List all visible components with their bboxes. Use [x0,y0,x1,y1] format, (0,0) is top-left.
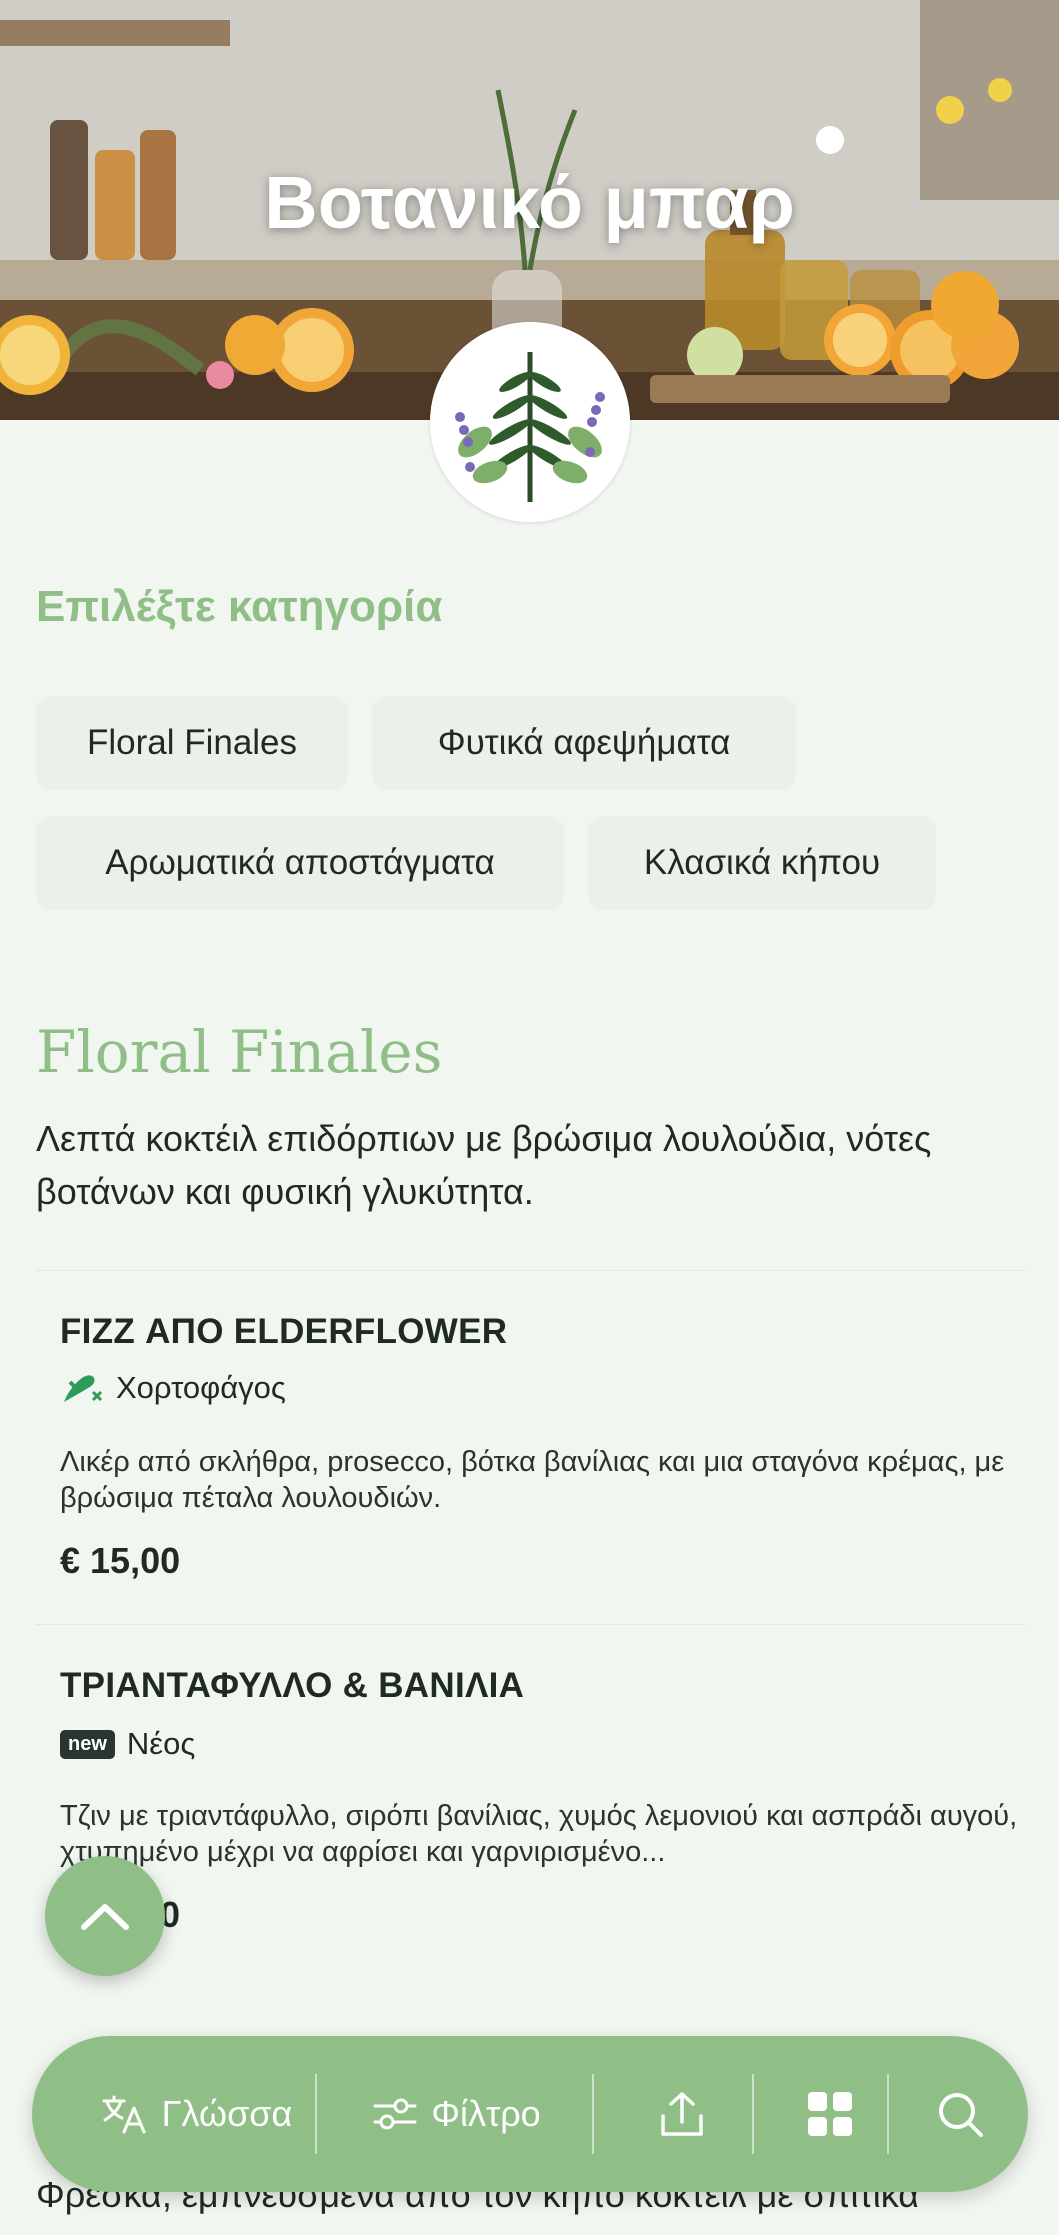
language-label: Γλώσσα [161,2093,293,2134]
category-chip-aromatic-distillates[interactable]: Αρωματικά αποστάγματα [36,816,564,910]
menu-item-description: Τζιν με τριαντάφυλλο, σιρόπι βανίλιας, χ… [60,1800,1018,1868]
toolbar-separator [887,2074,889,2154]
menu-item-name[interactable]: FIZZ ΑΠΟ ELDERFLOWER [60,1312,507,1352]
menu-item-description: Λικέρ από σκλήθρα, prosecco, βότκα βανίλ… [60,1446,1005,1514]
toolbar-separator [752,2074,754,2154]
menu-item-tag-label: Χορτοφάγος [116,1370,286,1405]
menu-item-tag: Χορτοφάγος [60,1370,286,1406]
page-title: Βοτανικό μπαρ [264,161,795,244]
toolbar-separator [315,2074,317,2154]
category-chip-floral-finales[interactable]: Floral Finales [36,696,348,790]
category-chip-label: Αρωματικά αποστάγματα [105,843,495,882]
share-button[interactable] [612,2036,752,2192]
new-badge: new [60,1729,115,1759]
scroll-to-top-button[interactable] [45,1856,165,1976]
section-title: Floral Finales [36,1018,443,1086]
category-heading: Επιλέξτε κατηγορία [36,582,443,631]
translate-icon [102,2095,146,2134]
section-description: Λεπτά κοκτέιλ επιδόρπιων με βρώσιμα λουλ… [36,1118,932,1212]
language-button[interactable]: Γλώσσα [72,2036,322,2192]
menu-item-price: € 15,00 [60,1540,181,1581]
bottom-toolbar: Γλώσσα Φίλτρο [32,2036,1028,2192]
category-chip-garden-classics[interactable]: Κλασικά κήπου [588,816,936,910]
category-chip-label: Floral Finales [86,723,298,762]
menu-item-tag-label: Νέος [126,1726,196,1761]
menu-item-name[interactable]: ΤΡΙΑΝΤΑΦΥΛΛΟ & ΒΑΝΙΛΙΑ [60,1666,524,1706]
filter-label: Φίλτρο [431,2093,541,2134]
grid-view-button[interactable] [767,2036,892,2192]
filter-sliders-icon [373,2098,417,2130]
grid-icon [807,2092,852,2136]
category-chip-label: Φυτικά αφεψήματα [437,723,731,762]
share-icon [661,2092,703,2136]
toolbar-separator [592,2074,594,2154]
divider [36,1624,1026,1625]
category-chip-herbal-infusions[interactable]: Φυτικά αφεψήματα [372,696,796,790]
filter-button[interactable]: Φίλτρο [332,2036,582,2192]
search-icon [939,2093,983,2137]
vegetarian-icon [64,1375,103,1402]
category-chip-label: Κλασικά κήπου [643,843,881,882]
restaurant-logo [430,322,630,522]
menu-item-tag: new Νέος [60,1726,195,1762]
chevron-up-icon [81,1904,129,1930]
search-button[interactable] [902,2036,1018,2192]
divider [36,1270,1026,1271]
herb-logo-icon [430,322,630,522]
